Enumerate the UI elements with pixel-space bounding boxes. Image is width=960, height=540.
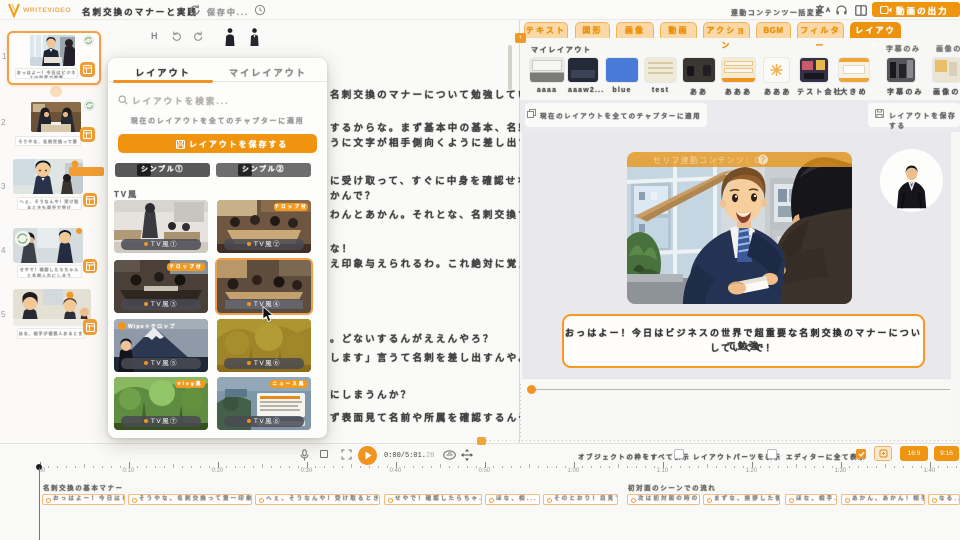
svg-text:?: ? [761, 156, 766, 165]
svg-text:セリフ連動コンテンツ：ON: セリフ連動コンテンツ：ON [653, 155, 769, 165]
